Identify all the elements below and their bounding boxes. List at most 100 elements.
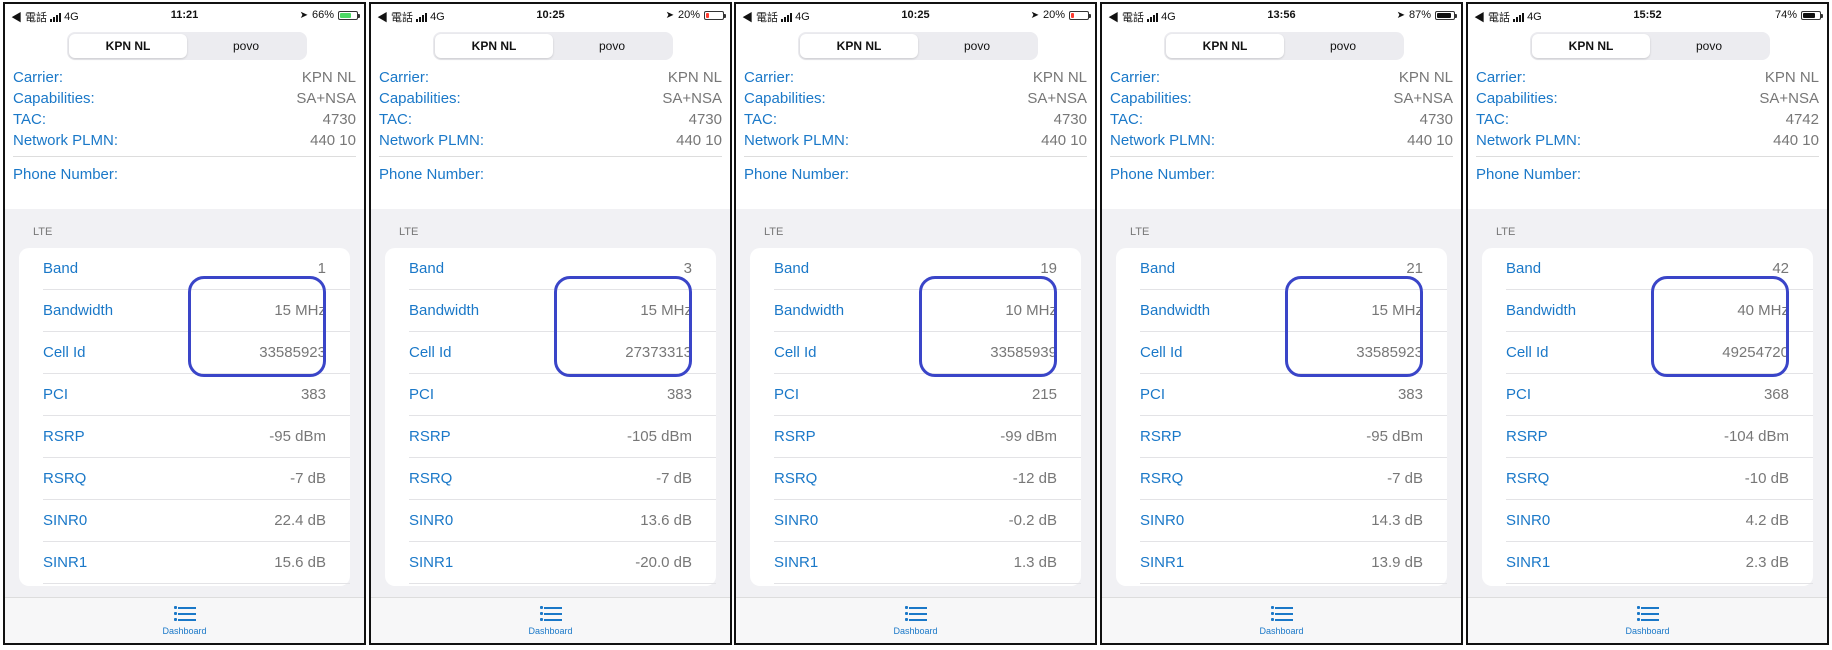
carrier-value: KPN NL: [1398, 69, 1453, 86]
pci-value: 368: [1763, 386, 1789, 403]
bandwidth-label: Bandwidth: [1140, 302, 1211, 319]
pci-row[interactable]: PCI 215: [750, 374, 1081, 416]
row-divider: [1506, 583, 1813, 584]
phone-screen: ◀ 電話 4G 15:52 ➤ 74% KPN NL povo Carrier:…: [1466, 2, 1829, 645]
tab-dashboard[interactable]: Dashboard: [5, 602, 364, 636]
location-arrow-icon: ➤: [1396, 9, 1405, 21]
segment-kpn[interactable]: KPN NL: [435, 34, 553, 58]
tac-label: TAC:: [744, 111, 778, 128]
rsrq-label: RSRQ: [774, 470, 818, 487]
divider: [379, 156, 722, 157]
lte-section: LTE Band 42 Bandwidth 40 MHz Cell Id 492…: [1468, 209, 1827, 598]
sinr0-row[interactable]: SINR0 13.6 dB: [385, 500, 716, 542]
sinr1-row[interactable]: SINR1 13.9 dB: [1116, 542, 1447, 584]
tab-dashboard[interactable]: Dashboard: [736, 602, 1095, 636]
rsrq-row[interactable]: RSRQ -7 dB: [19, 458, 350, 500]
section-title: LTE: [399, 226, 419, 238]
divider: [1110, 156, 1453, 157]
pci-row[interactable]: PCI 383: [1116, 374, 1447, 416]
rsrp-row[interactable]: RSRP -99 dBm: [750, 416, 1081, 458]
carrier-value: KPN NL: [1764, 69, 1819, 86]
phone-number-label: Phone Number:: [1476, 166, 1582, 183]
rsrp-row[interactable]: RSRP -95 dBm: [1116, 416, 1447, 458]
segment-kpn[interactable]: KPN NL: [800, 34, 918, 58]
rsrp-value: -95 dBm: [269, 428, 326, 445]
phone-number-label: Phone Number:: [744, 166, 850, 183]
tab-dashboard[interactable]: Dashboard: [1468, 602, 1827, 636]
carrier-row: Carrier: KPN NL: [1110, 67, 1453, 88]
carrier-segmented-control: KPN NL povo: [1530, 32, 1770, 60]
segment-kpn[interactable]: KPN NL: [1532, 34, 1650, 58]
rsrq-value: -10 dB: [1744, 470, 1789, 487]
rsrq-row[interactable]: RSRQ -7 dB: [1116, 458, 1447, 500]
screenshot-grid: ◀ 電話 4G 11:21 ➤ 66% KPN NL povo Carrier:…: [0, 0, 1832, 650]
tab-dashboard[interactable]: Dashboard: [1102, 602, 1461, 636]
plmn-label: Network PLMN:: [379, 132, 485, 149]
clock: 15:52: [1633, 9, 1662, 21]
sinr0-row[interactable]: SINR0 -0.2 dB: [750, 500, 1081, 542]
rsrp-row[interactable]: RSRP -105 dBm: [385, 416, 716, 458]
sinr1-row[interactable]: SINR1 1.3 dB: [750, 542, 1081, 584]
battery-fill: [706, 12, 709, 18]
pci-row[interactable]: PCI 383: [385, 374, 716, 416]
tac-value: 4730: [1419, 111, 1453, 128]
status-bar: ◀ 電話 4G 13:56 ➤ 87%: [1102, 4, 1461, 28]
sinr0-value: 13.6 dB: [640, 512, 692, 529]
capabilities-value: SA+NSA: [1393, 90, 1453, 107]
lte-card: Band 21 Bandwidth 15 MHz Cell Id 3358592…: [1116, 248, 1447, 586]
battery-fill: [340, 12, 351, 18]
segment-povo[interactable]: povo: [1650, 34, 1768, 58]
sinr0-row[interactable]: SINR0 4.2 dB: [1482, 500, 1813, 542]
rsrq-row[interactable]: RSRQ -10 dB: [1482, 458, 1813, 500]
sinr0-value: 4.2 dB: [1745, 512, 1789, 529]
bandwidth-label: Bandwidth: [43, 302, 114, 319]
pci-value: 383: [300, 386, 326, 403]
carrier-info: Carrier: KPN NL Capabilities: SA+NSA TAC…: [379, 67, 722, 185]
segment-povo[interactable]: povo: [918, 34, 1036, 58]
tac-row: TAC: 4730: [744, 109, 1087, 130]
pci-row[interactable]: PCI 383: [19, 374, 350, 416]
lte-section: LTE Band 3 Bandwidth 15 MHz Cell Id 2737…: [371, 209, 730, 598]
plmn-value: 440 10: [1773, 132, 1819, 149]
sinr0-row[interactable]: SINR0 22.4 dB: [19, 500, 350, 542]
phone-number-row: Phone Number:: [1476, 164, 1819, 185]
row-divider: [409, 583, 716, 584]
sinr1-row[interactable]: SINR1 2.3 dB: [1482, 542, 1813, 584]
phone-screen: ◀ 電話 4G 10:25 ➤ 20% KPN NL povo Carrier:…: [369, 2, 732, 645]
rsrp-row[interactable]: RSRP -104 dBm: [1482, 416, 1813, 458]
list-icon: [1636, 605, 1659, 623]
segment-povo[interactable]: povo: [553, 34, 671, 58]
rsrq-row[interactable]: RSRQ -12 dB: [750, 458, 1081, 500]
location-arrow-icon: ➤: [665, 9, 674, 21]
carrier-segmented-control: KPN NL povo: [433, 32, 673, 60]
segment-povo[interactable]: povo: [1284, 34, 1402, 58]
phone-screen: ◀ 電話 4G 11:21 ➤ 66% KPN NL povo Carrier:…: [3, 2, 366, 645]
tab-dashboard[interactable]: Dashboard: [371, 602, 730, 636]
plmn-label: Network PLMN:: [13, 132, 119, 149]
sinr1-row[interactable]: SINR1 -20.0 dB: [385, 542, 716, 584]
status-bar: ◀ 電話 4G 10:25 ➤ 20%: [371, 4, 730, 28]
tac-row: TAC: 4742: [1476, 109, 1819, 130]
rsrq-label: RSRQ: [1506, 470, 1550, 487]
tab-bar: Dashboard: [1102, 597, 1461, 643]
band-label: Band: [774, 260, 810, 277]
rsrq-row[interactable]: RSRQ -7 dB: [385, 458, 716, 500]
segment-kpn[interactable]: KPN NL: [1166, 34, 1284, 58]
sinr0-row[interactable]: SINR0 14.3 dB: [1116, 500, 1447, 542]
segment-povo[interactable]: povo: [187, 34, 305, 58]
sinr1-row[interactable]: SINR1 15.6 dB: [19, 542, 350, 584]
rsrp-row[interactable]: RSRP -95 dBm: [19, 416, 350, 458]
capabilities-value: SA+NSA: [662, 90, 722, 107]
band-highlight-annotation: [554, 276, 692, 377]
rsrp-value: -104 dBm: [1723, 428, 1789, 445]
sinr0-label: SINR0: [1506, 512, 1551, 529]
sinr1-label: SINR1: [43, 554, 88, 571]
sinr0-value: -0.2 dB: [1008, 512, 1057, 529]
plmn-row: Network PLMN: 440 10: [379, 130, 722, 151]
pci-row[interactable]: PCI 368: [1482, 374, 1813, 416]
segment-kpn[interactable]: KPN NL: [69, 34, 187, 58]
tab-dashboard-label: Dashboard: [893, 626, 938, 636]
plmn-row: Network PLMN: 440 10: [1476, 130, 1819, 151]
rsrp-value: -105 dBm: [626, 428, 692, 445]
capabilities-row: Capabilities: SA+NSA: [744, 88, 1087, 109]
